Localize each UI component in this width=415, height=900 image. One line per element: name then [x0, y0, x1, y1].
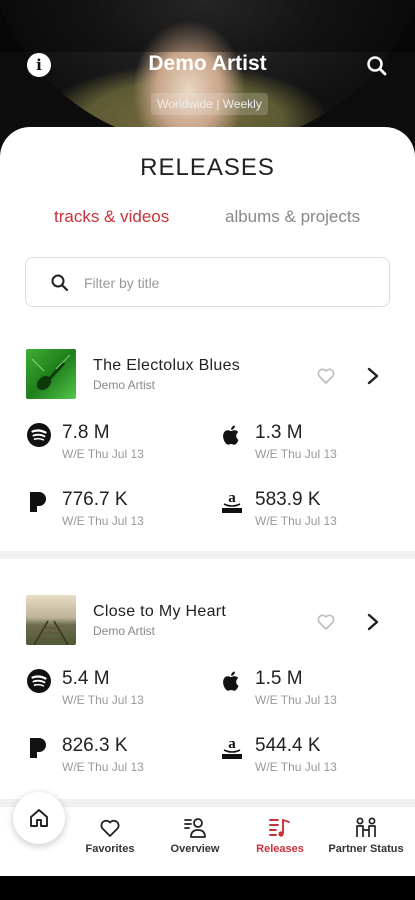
- metric-date: W/E Thu Jul 13: [255, 693, 337, 707]
- amazon-music-icon: a: [222, 490, 242, 513]
- tab-albums-projects[interactable]: albums & projects: [225, 207, 360, 227]
- apple-icon: [223, 671, 239, 691]
- metric-amazon: a 583.9 K W/E Thu Jul 13: [219, 489, 399, 549]
- search-icon: [51, 274, 69, 292]
- apple-icon: [223, 425, 239, 445]
- release-artist: Demo Artist: [93, 378, 156, 392]
- nav-overview[interactable]: Overview: [150, 817, 240, 855]
- metric-value: 544.4 K: [255, 735, 321, 756]
- metric-amazon: a 544.4 K W/E Thu Jul 13: [219, 735, 399, 795]
- metric-value: 583.9 K: [255, 489, 321, 510]
- metric-value: 826.3 K: [62, 735, 128, 756]
- release-cover: [26, 595, 76, 645]
- metric-apple: 1.5 M W/E Thu Jul 13: [219, 668, 399, 728]
- metric-spotify: 7.8 M W/E Thu Jul 13: [26, 422, 206, 482]
- release-card[interactable]: Close to My Heart Demo Artist 5.4 M W/E …: [0, 595, 415, 805]
- nav-label: Releases: [256, 843, 304, 855]
- metric-pandora: 826.3 K W/E Thu Jul 13: [26, 735, 206, 795]
- region-period-badge[interactable]: Worldwide | Weekly: [151, 93, 268, 115]
- pandora-icon: [30, 738, 46, 758]
- nav-favorites[interactable]: Favorites: [65, 817, 155, 855]
- metric-value: 1.3 M: [255, 422, 303, 443]
- metric-date: W/E Thu Jul 13: [255, 447, 337, 461]
- search-icon[interactable]: [364, 53, 390, 79]
- tab-tracks-videos[interactable]: tracks & videos: [54, 207, 169, 227]
- release-title[interactable]: Close to My Heart: [93, 603, 226, 621]
- svg-text:a: a: [228, 736, 236, 752]
- chevron-right-icon[interactable]: [366, 366, 380, 386]
- svg-text:a: a: [228, 490, 236, 506]
- metric-pandora: 776.7 K W/E Thu Jul 13: [26, 489, 206, 549]
- system-bar: [0, 876, 415, 900]
- section-title: RELEASES: [140, 154, 275, 181]
- card-divider: [0, 551, 415, 559]
- pandora-icon: [30, 492, 46, 512]
- nav-label: Overview: [170, 843, 220, 855]
- chevron-right-icon[interactable]: [366, 612, 380, 632]
- metric-apple: 1.3 M W/E Thu Jul 13: [219, 422, 399, 482]
- home-icon: [30, 809, 48, 827]
- filter-input[interactable]: [84, 270, 374, 296]
- metric-date: W/E Thu Jul 13: [62, 693, 144, 707]
- spotify-icon: [27, 423, 51, 447]
- nav-partner-status[interactable]: Partner Status: [321, 817, 411, 855]
- metric-date: W/E Thu Jul 13: [62, 760, 144, 774]
- metric-value: 776.7 K: [62, 489, 128, 510]
- nav-releases[interactable]: Releases: [235, 817, 325, 855]
- partner-status-icon: [356, 817, 376, 837]
- nav-label: Partner Status: [328, 843, 404, 855]
- hero-top-band: [0, 0, 415, 52]
- release-card[interactable]: The Electolux Blues Demo Artist 7.8 M W/…: [0, 349, 415, 559]
- metric-date: W/E Thu Jul 13: [62, 514, 144, 528]
- metric-value: 5.4 M: [62, 668, 110, 689]
- metric-value: 7.8 M: [62, 422, 110, 443]
- artist-name: Demo Artist: [148, 52, 267, 75]
- overview-icon: [184, 818, 206, 838]
- railroad-artwork: [33, 620, 69, 645]
- amazon-music-icon: a: [222, 736, 242, 759]
- metric-date: W/E Thu Jul 13: [255, 760, 337, 774]
- release-cover: [26, 349, 76, 399]
- releases-sheet: RELEASES tracks & videos albums & projec…: [0, 127, 415, 817]
- home-button[interactable]: [13, 792, 65, 844]
- releases-icon: [269, 819, 290, 837]
- metric-spotify: 5.4 M W/E Thu Jul 13: [26, 668, 206, 728]
- heart-icon: [100, 819, 120, 837]
- spotify-icon: [27, 669, 51, 693]
- heart-icon[interactable]: [316, 612, 336, 632]
- nav-label: Favorites: [85, 843, 135, 855]
- release-title[interactable]: The Electolux Blues: [93, 357, 240, 375]
- metric-date: W/E Thu Jul 13: [255, 514, 337, 528]
- guitar-artwork: [31, 354, 71, 391]
- metric-value: 1.5 M: [255, 668, 303, 689]
- filter-box: [25, 257, 390, 307]
- metric-date: W/E Thu Jul 13: [62, 447, 144, 461]
- heart-icon[interactable]: [316, 366, 336, 386]
- release-artist: Demo Artist: [93, 624, 156, 638]
